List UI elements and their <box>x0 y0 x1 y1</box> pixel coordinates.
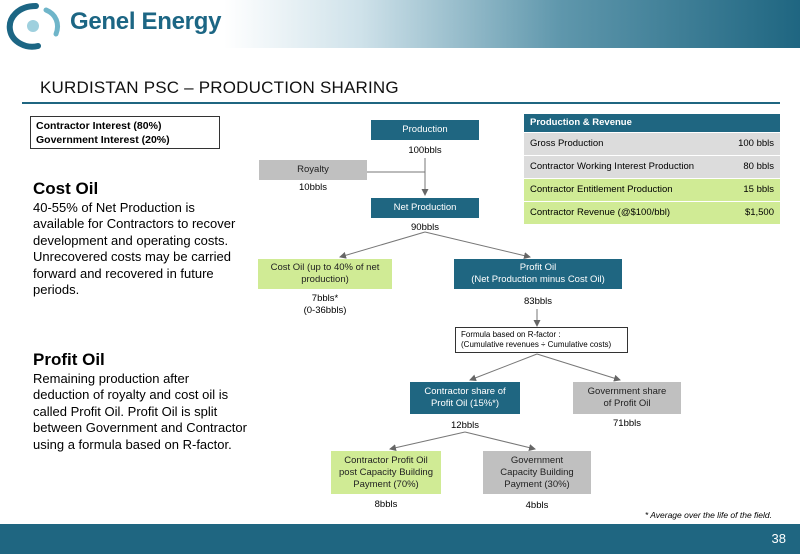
government-share-box: Government share of Profit Oil <box>573 382 681 414</box>
net-production-box: Net Production <box>371 198 479 218</box>
government-capacity-value: 4bbls <box>525 500 549 511</box>
genel-swirl-logo-icon <box>6 3 61 50</box>
footer-band <box>0 524 800 554</box>
logo-text: Genel Energy <box>70 8 222 35</box>
government-interest: Government Interest (20%) <box>36 134 170 146</box>
contractor-share-sublabel: Profit Oil (15%*) <box>430 398 500 409</box>
contractor-share-box: Contractor share of Profit Oil (15%*) <box>410 382 520 414</box>
profit-oil-sublabel: (Net Production minus Cost Oil) <box>471 274 605 285</box>
table-cell-value: $1,500 <box>722 200 780 224</box>
title-rule <box>22 102 780 104</box>
contractor-profit-box: Contractor Profit Oil post Capacity Buil… <box>331 451 441 494</box>
contractor-profit-line-3: Payment (70%) <box>353 478 419 490</box>
table-cell-value: 80 bbls <box>722 154 780 178</box>
cost-oil-value: 7bbls* <box>311 293 339 304</box>
contractor-share-value: 12bbls <box>451 420 479 431</box>
contractor-profit-value: 8bbls <box>374 499 398 510</box>
formula-line-2: (Cumulative revenues ÷ Cumulative costs) <box>461 340 612 349</box>
formula-box: Formula based on R-factor : (Cumulative … <box>455 327 628 353</box>
government-share-label: Government share <box>587 386 667 397</box>
production-box: Production <box>371 120 479 140</box>
contractor-share-label: Contractor share of <box>424 386 506 397</box>
page-number: 38 <box>771 531 786 546</box>
footnote: * Average over the life of the field. <box>644 510 772 520</box>
contractor-profit-line-2: post Capacity Building <box>339 466 433 478</box>
contractor-interest: Contractor Interest (80%) <box>36 120 162 132</box>
table-row: Contractor Entitlement Production 15 bbl… <box>524 177 780 201</box>
contractor-profit-line-1: Contractor Profit Oil <box>344 454 428 466</box>
table-row: Contractor Working Interest Production 8… <box>524 154 780 178</box>
royalty-value: 10bbls <box>299 182 327 193</box>
profit-oil-box: Profit Oil (Net Production minus Cost Oi… <box>454 259 622 289</box>
table-cell-label: Gross Production <box>524 131 722 155</box>
government-capacity-line-3: Payment (30%) <box>504 478 570 490</box>
profit-oil-value: 83bbls <box>524 296 552 307</box>
government-capacity-line-1: Government <box>510 454 564 466</box>
government-share-sublabel: of Profit Oil <box>603 398 651 409</box>
table-header: Production & Revenue <box>524 114 780 132</box>
page-title: KURDISTAN PSC – PRODUCTION SHARING <box>40 78 399 97</box>
production-value: 100bbls <box>408 145 442 156</box>
government-capacity-line-2: Capacity Building <box>500 466 574 478</box>
profit-oil-text: Remaining production after deduction of … <box>33 371 247 452</box>
profit-oil-heading: Profit Oil <box>33 350 105 369</box>
cost-oil-heading: Cost Oil <box>33 179 99 198</box>
table-cell-label: Contractor Entitlement Production <box>524 177 722 201</box>
cost-oil-range: (0-36bbls) <box>303 305 347 316</box>
royalty-box: Royalty <box>259 160 367 180</box>
government-capacity-box: Government Capacity Building Payment (30… <box>483 451 591 494</box>
table-cell-label: Contractor Revenue (@$100/bbl) <box>524 200 722 224</box>
net-production-value: 90bbls <box>411 222 439 233</box>
interest-box: Contractor Interest (80%) Government Int… <box>30 116 220 149</box>
profit-oil-label: Profit Oil <box>519 262 557 273</box>
table-cell-value: 100 bbls <box>722 131 780 155</box>
table-row: Contractor Revenue (@$100/bbl) $1,500 <box>524 200 780 224</box>
formula-line-1: Formula based on R-factor : <box>461 330 561 339</box>
table-cell-value: 15 bbls <box>722 177 780 201</box>
table-cell-label: Contractor Working Interest Production <box>524 154 722 178</box>
table-row: Gross Production 100 bbls <box>524 131 780 155</box>
production-revenue-table: Production & Revenue Gross Production 10… <box>524 114 780 224</box>
government-share-value: 71bbls <box>613 418 641 429</box>
cost-oil-text: 40-55% of Net Production is available fo… <box>33 200 236 298</box>
cost-oil-box: Cost Oil (up to 40% of net production) <box>258 259 392 289</box>
